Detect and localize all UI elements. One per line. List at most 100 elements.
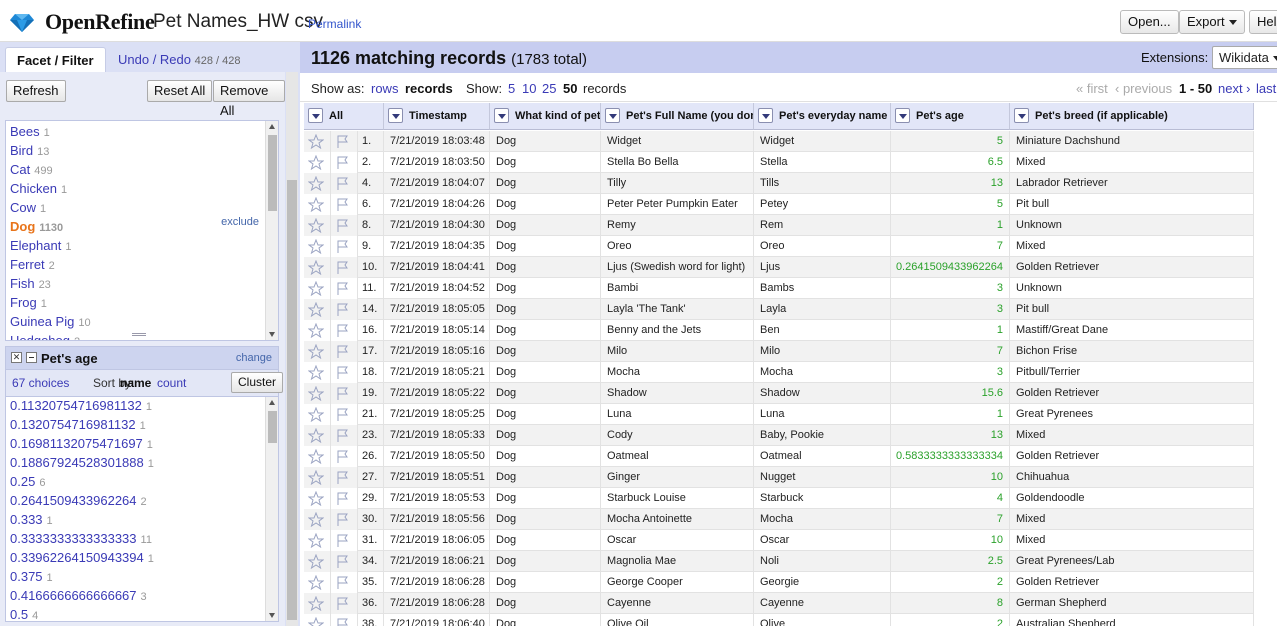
timestamp-cell[interactable]: 7/21/2019 18:04:35 xyxy=(384,236,490,257)
age-cell[interactable]: 2.5 xyxy=(891,551,1010,572)
flag-icon[interactable] xyxy=(335,365,351,380)
flag-icon[interactable] xyxy=(335,302,351,317)
breed-cell[interactable]: Pit bull xyxy=(1010,299,1254,320)
timestamp-cell[interactable]: 7/21/2019 18:04:41 xyxy=(384,257,490,278)
full-name-cell[interactable]: Cayenne xyxy=(601,593,754,614)
kind-cell[interactable]: Dog xyxy=(490,257,601,278)
open-button[interactable]: Open... xyxy=(1120,10,1179,34)
column-menu-dropdown-icon[interactable] xyxy=(1014,107,1029,123)
flag-icon[interactable] xyxy=(335,197,351,212)
star-icon[interactable] xyxy=(307,406,325,423)
breed-cell[interactable]: German Shepherd xyxy=(1010,593,1254,614)
tab-undo-redo[interactable]: Undo / Redo 428 / 428 xyxy=(107,47,252,73)
age-cell[interactable]: 3 xyxy=(891,278,1010,299)
kind-cell[interactable]: Dog xyxy=(490,362,601,383)
column-menu-dropdown-icon[interactable] xyxy=(494,107,509,123)
kind-cell[interactable]: Dog xyxy=(490,299,601,320)
full-name-cell[interactable]: Shadow xyxy=(601,383,754,404)
full-name-cell[interactable]: Milo xyxy=(601,341,754,362)
facet-choice[interactable]: Frog 1 xyxy=(10,293,47,312)
facet-choice[interactable]: 0.1320754716981132 1 xyxy=(10,415,146,434)
timestamp-cell[interactable]: 7/21/2019 18:06:28 xyxy=(384,593,490,614)
breed-cell[interactable]: Golden Retriever xyxy=(1010,383,1254,404)
kind-cell[interactable]: Dog xyxy=(490,572,601,593)
first-page-link[interactable]: « first xyxy=(1076,81,1108,96)
facet-choice[interactable]: 0.11320754716981132 1 xyxy=(10,397,152,415)
everyday-name-cell[interactable]: Mocha xyxy=(754,362,891,383)
flag-icon[interactable] xyxy=(335,512,351,527)
age-cell[interactable]: 3 xyxy=(891,362,1010,383)
flag-icon[interactable] xyxy=(335,155,351,170)
everyday-name-cell[interactable]: Oatmeal xyxy=(754,446,891,467)
facet-choice[interactable]: Cow 1 xyxy=(10,198,46,217)
star-icon[interactable] xyxy=(307,259,325,276)
column-menu-dropdown-icon[interactable] xyxy=(388,107,403,123)
age-cell[interactable]: 10 xyxy=(891,530,1010,551)
star-icon[interactable] xyxy=(307,448,325,465)
breed-cell[interactable]: Mixed xyxy=(1010,236,1254,257)
flag-icon[interactable] xyxy=(335,386,351,401)
full-name-cell[interactable]: Mocha xyxy=(601,362,754,383)
star-icon[interactable] xyxy=(307,532,325,549)
facet-scrollbar[interactable] xyxy=(265,121,278,340)
kind-cell[interactable]: Dog xyxy=(490,383,601,404)
breed-cell[interactable]: Mixed xyxy=(1010,509,1254,530)
next-page-link[interactable]: next › xyxy=(1218,81,1251,96)
timestamp-cell[interactable]: 7/21/2019 18:05:25 xyxy=(384,404,490,425)
breed-cell[interactable]: Bichon Frise xyxy=(1010,341,1254,362)
page-size-5[interactable]: 5 xyxy=(508,81,515,96)
facet-choice[interactable]: 0.25 6 xyxy=(10,472,45,491)
breed-cell[interactable]: Chihuahua xyxy=(1010,467,1254,488)
star-icon[interactable] xyxy=(307,595,325,612)
facet-choice[interactable]: 0.3333333333333333 11 xyxy=(10,529,152,548)
star-icon[interactable] xyxy=(307,301,325,318)
age-cell[interactable]: 5 xyxy=(891,131,1010,152)
age-cell[interactable]: 1 xyxy=(891,404,1010,425)
timestamp-cell[interactable]: 7/21/2019 18:05:33 xyxy=(384,425,490,446)
star-icon[interactable] xyxy=(307,217,325,234)
breed-cell[interactable]: Mixed xyxy=(1010,152,1254,173)
full-name-cell[interactable]: Olive Oil xyxy=(601,614,754,626)
everyday-name-cell[interactable]: Ben xyxy=(754,320,891,341)
everyday-name-cell[interactable]: Stella xyxy=(754,152,891,173)
everyday-name-cell[interactable]: Petey xyxy=(754,194,891,215)
kind-cell[interactable]: Dog xyxy=(490,152,601,173)
everyday-name-cell[interactable]: Oscar xyxy=(754,530,891,551)
everyday-name-cell[interactable]: Layla xyxy=(754,299,891,320)
star-icon[interactable] xyxy=(307,364,325,381)
breed-cell[interactable]: Great Pyrenees/Lab xyxy=(1010,551,1254,572)
everyday-name-cell[interactable]: Starbuck xyxy=(754,488,891,509)
flag-icon[interactable] xyxy=(335,407,351,422)
flag-icon[interactable] xyxy=(335,218,351,233)
star-icon[interactable] xyxy=(307,469,325,486)
kind-cell[interactable]: Dog xyxy=(490,320,601,341)
kind-cell[interactable]: Dog xyxy=(490,278,601,299)
timestamp-cell[interactable]: 7/21/2019 18:03:48 xyxy=(384,131,490,152)
flag-icon[interactable] xyxy=(335,491,351,506)
breed-cell[interactable]: Unknown xyxy=(1010,278,1254,299)
everyday-name-cell[interactable]: Milo xyxy=(754,341,891,362)
full-name-cell[interactable]: Cody xyxy=(601,425,754,446)
timestamp-cell[interactable]: 7/21/2019 18:04:26 xyxy=(384,194,490,215)
column-menu-dropdown-icon[interactable] xyxy=(895,107,910,123)
star-icon[interactable] xyxy=(307,574,325,591)
breed-cell[interactable]: Great Pyrenees xyxy=(1010,404,1254,425)
everyday-name-cell[interactable]: Olive xyxy=(754,614,891,626)
full-name-cell[interactable]: Stella Bo Bella xyxy=(601,152,754,173)
breed-cell[interactable]: Golden Retriever xyxy=(1010,572,1254,593)
facet-choice[interactable]: 0.2641509433962264 2 xyxy=(10,491,147,510)
facet-choice[interactable]: 0.33962264150943394 1 xyxy=(10,548,154,567)
view-rows-link[interactable]: rows xyxy=(371,81,398,96)
flag-icon[interactable] xyxy=(335,323,351,338)
timestamp-cell[interactable]: 7/21/2019 18:06:28 xyxy=(384,572,490,593)
star-icon[interactable] xyxy=(307,490,325,507)
kind-cell[interactable]: Dog xyxy=(490,614,601,626)
scroll-down-icon[interactable] xyxy=(269,332,275,337)
flag-icon[interactable] xyxy=(335,449,351,464)
kind-cell[interactable]: Dog xyxy=(490,341,601,362)
extensions-dropdown[interactable]: Wikidata xyxy=(1212,46,1277,69)
everyday-name-cell[interactable]: Nugget xyxy=(754,467,891,488)
scroll-thumb[interactable] xyxy=(268,411,277,443)
breed-cell[interactable]: Labrador Retriever xyxy=(1010,173,1254,194)
column-menu-dropdown-icon[interactable] xyxy=(758,107,773,123)
